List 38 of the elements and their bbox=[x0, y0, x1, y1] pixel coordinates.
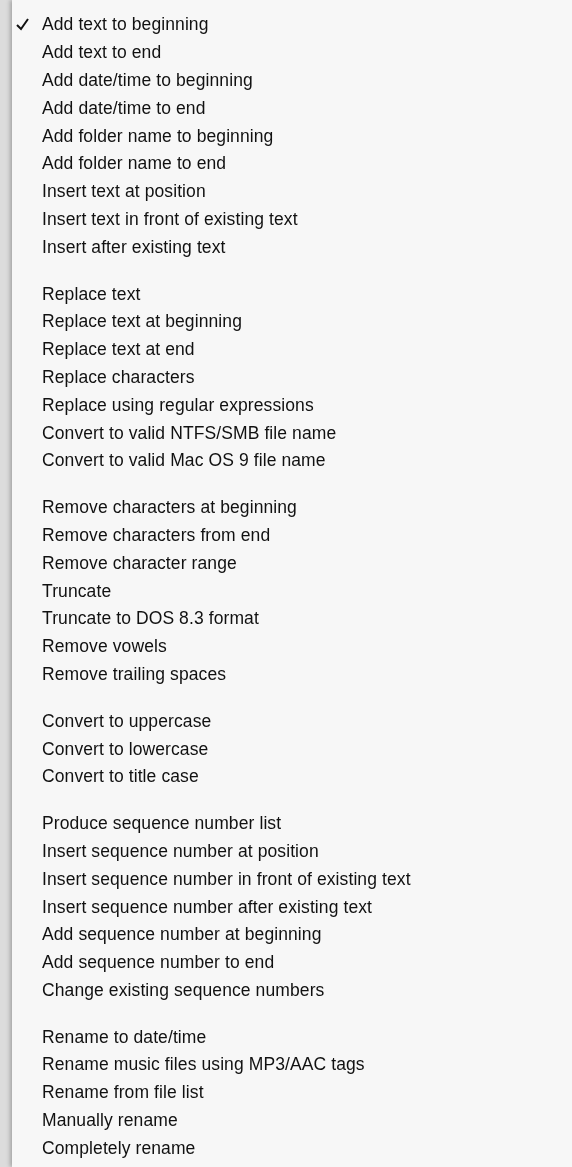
menu-item[interactable]: Add text to beginning bbox=[12, 11, 572, 39]
menu-item[interactable]: Rename to date/time bbox=[12, 1023, 572, 1052]
menu-item[interactable]: Replace text at end bbox=[12, 335, 572, 364]
menu-item[interactable]: Replace text bbox=[12, 280, 572, 308]
menu-item[interactable]: Insert sequence number at position bbox=[12, 837, 572, 866]
menu-item[interactable]: Remove characters at beginning bbox=[12, 493, 572, 522]
menu-item[interactable]: Remove trailing spaces bbox=[12, 660, 572, 689]
menu-item[interactable]: Truncate to DOS 8.3 format bbox=[12, 604, 572, 633]
menu-item[interactable]: Manually rename bbox=[12, 1106, 572, 1135]
menu-item[interactable]: Insert text at position bbox=[12, 177, 572, 206]
menu-item[interactable]: Add date/time to end bbox=[12, 94, 572, 123]
menu-item[interactable]: Insert sequence number after existing text bbox=[12, 893, 572, 921]
menu-item[interactable]: Change existing sequence numbers bbox=[12, 976, 572, 1005]
menu-item[interactable]: Add folder name to beginning bbox=[12, 122, 572, 150]
menu-item[interactable]: Add folder name to end bbox=[12, 150, 572, 178]
menu-item[interactable]: Remove character range bbox=[12, 549, 572, 578]
menu-item[interactable]: Completely rename bbox=[12, 1134, 572, 1163]
menu-item[interactable]: Insert after existing text bbox=[12, 233, 572, 262]
menu-item[interactable]: Produce sequence number list bbox=[12, 809, 572, 838]
menu-item[interactable]: Convert to valid Mac OS 9 file name bbox=[12, 446, 572, 475]
menu-item[interactable]: Convert to lowercase bbox=[12, 735, 572, 763]
menu-item[interactable]: Convert to valid NTFS/SMB file name bbox=[12, 419, 572, 447]
menu-item[interactable]: Rename music files using MP3/AAC tags bbox=[12, 1051, 572, 1079]
menu-item[interactable]: Remove vowels bbox=[12, 632, 572, 661]
menu-item[interactable]: Rename from file list bbox=[12, 1078, 572, 1107]
menu-item[interactable]: Replace characters bbox=[12, 363, 572, 392]
menu-item[interactable]: Insert text in front of existing text bbox=[12, 205, 572, 234]
menu-item[interactable]: Add sequence number at beginning bbox=[12, 920, 572, 949]
menu-item[interactable]: Replace text at beginning bbox=[12, 307, 572, 336]
menu-item[interactable]: Add sequence number to end bbox=[12, 948, 572, 977]
menu-item[interactable]: Add date/time to beginning bbox=[12, 66, 572, 95]
menu-item[interactable]: Replace using regular expressions bbox=[12, 391, 572, 420]
menu-item[interactable]: Truncate bbox=[12, 577, 572, 605]
menu-item[interactable]: Add text to end bbox=[12, 38, 572, 67]
menu-item[interactable]: Convert to title case bbox=[12, 762, 572, 791]
menu-item[interactable]: Remove characters from end bbox=[12, 521, 572, 550]
menu-item[interactable]: Convert to uppercase bbox=[12, 707, 572, 736]
menu-item[interactable]: Insert sequence number in front of existing text bbox=[12, 865, 572, 894]
